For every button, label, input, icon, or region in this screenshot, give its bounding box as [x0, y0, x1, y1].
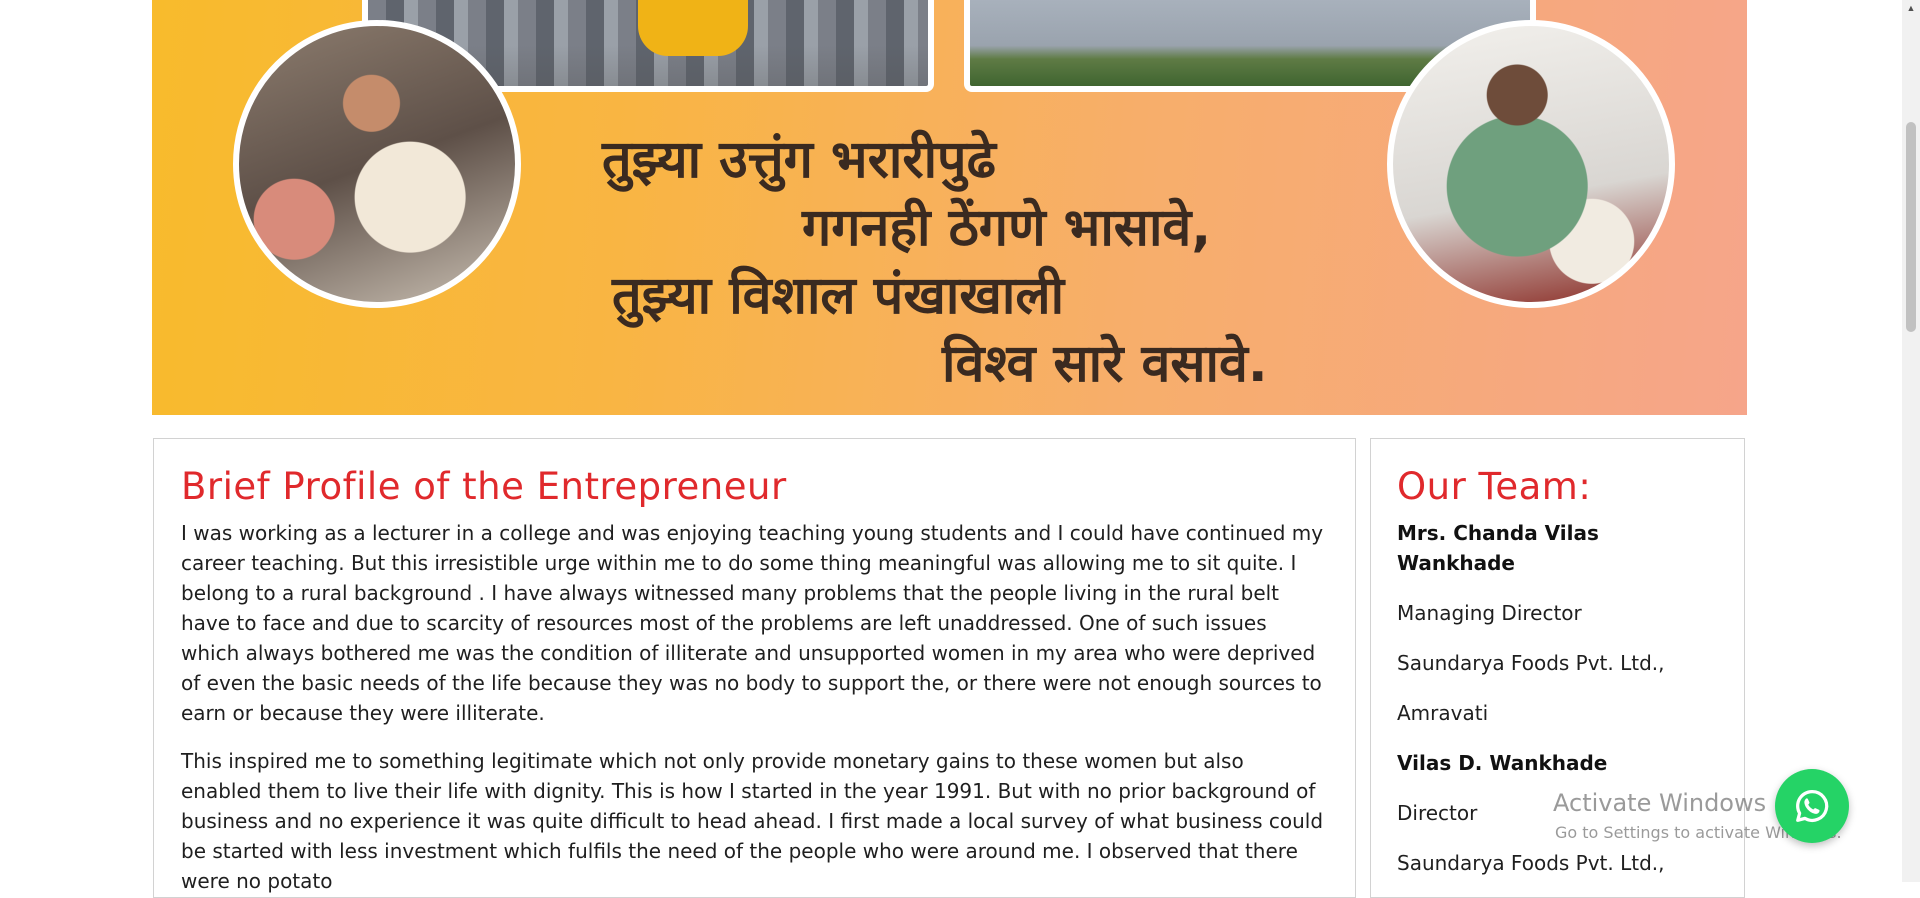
hero-banner: तुझ्या उत्तुंग भरारीपुढे गगनही ठेंगणे भा…	[152, 0, 1747, 415]
entrepreneur-profile-card: Brief Profile of the Entrepreneur I was …	[153, 438, 1356, 898]
team-card: Our Team: Mrs. Chanda Vilas Wankhade Man…	[1370, 438, 1745, 898]
team-member-company: Saundarya Foods Pvt. Ltd.,	[1397, 651, 1665, 675]
profile-title: Brief Profile of the Entrepreneur	[181, 465, 787, 508]
verse-line: तुझ्या विशाल पंखाखाली	[612, 266, 1065, 326]
verse-line: गगनही ठेंगणे भासावे,	[802, 198, 1212, 258]
scroll-up-arrow-icon[interactable]: ▲	[1902, 0, 1920, 16]
profile-paragraph: This inspired me to something legitimate…	[181, 749, 1324, 893]
scrollbar-thumb[interactable]	[1906, 122, 1916, 332]
team-title: Our Team:	[1397, 465, 1592, 508]
banner-portrait-working	[233, 20, 521, 308]
team-member-name: Vilas D. Wankhade	[1397, 751, 1608, 775]
team-member-role: Director	[1397, 801, 1478, 825]
team-member-city: Amravati	[1397, 701, 1489, 725]
team-member-company: Saundarya Foods Pvt. Ltd.,	[1397, 851, 1665, 875]
verse-line: तुझ्या उत्तुंग भरारीपुढे	[602, 130, 996, 190]
banner-portrait-writing	[1387, 20, 1675, 308]
whatsapp-chat-button[interactable]	[1775, 769, 1849, 843]
team-member-role: Managing Director	[1397, 601, 1582, 625]
banner-verse: तुझ्या उत्तुंग भरारीपुढे गगनही ठेंगणे भा…	[602, 126, 1302, 398]
whatsapp-icon	[1796, 789, 1829, 822]
team-member-name: Mrs. Chanda Vilas Wankhade	[1397, 521, 1599, 575]
team-list: Mrs. Chanda Vilas Wankhade Managing Dire…	[1397, 518, 1718, 878]
verse-line: विश्व सारे वसावे.	[942, 334, 1268, 394]
vertical-scrollbar[interactable]: ▲	[1902, 0, 1920, 882]
profile-paragraph: I was working as a lecturer in a college…	[181, 521, 1324, 725]
